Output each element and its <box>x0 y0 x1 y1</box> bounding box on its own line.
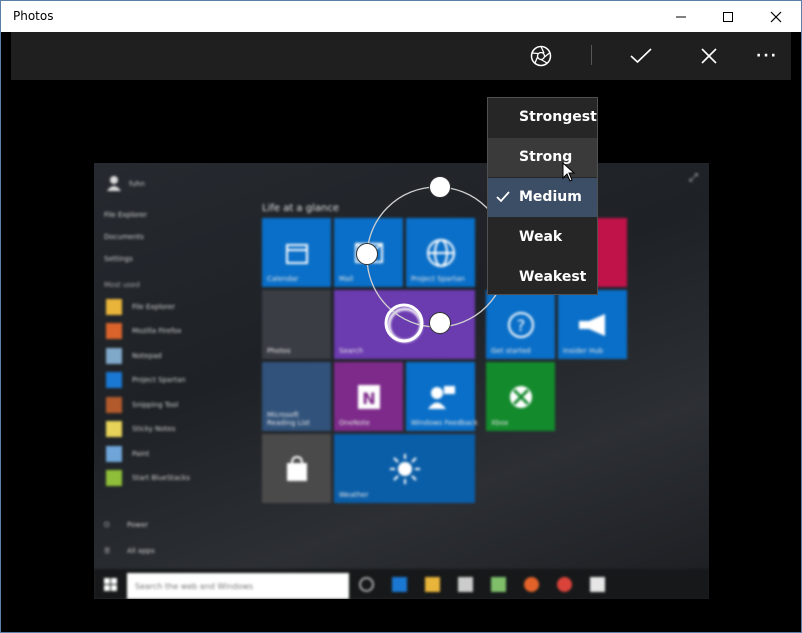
tiles-group-header: Life at a glance <box>262 203 339 214</box>
selective-focus-button[interactable] <box>519 32 563 80</box>
svg-text:?: ? <box>516 316 525 335</box>
globe-icon <box>426 238 455 267</box>
project-spartan-tile: Project Spartan <box>406 218 475 287</box>
minimize-icon <box>676 16 686 17</box>
app-list-item: Mozilla Firefox <box>132 327 182 335</box>
spartan-taskbar-icon <box>392 577 407 592</box>
store-tile <box>262 434 331 503</box>
weather-tile: Weather <box>334 434 475 503</box>
feedback-icon <box>427 385 455 409</box>
strength-option-weak[interactable]: Weak <box>488 218 597 257</box>
cortana-ring-icon <box>387 307 422 342</box>
xbox-tile: Xbox <box>486 362 555 431</box>
firefox-taskbar-icon <box>524 577 539 592</box>
calendar-icon <box>285 243 308 264</box>
close-icon <box>701 48 717 64</box>
maximize-button[interactable] <box>705 1 751 32</box>
most-used-header: Most used <box>104 281 140 289</box>
apply-button[interactable] <box>619 32 663 80</box>
app-list-item: Sticky Notes <box>132 425 176 433</box>
more-icon: ··· <box>756 48 778 64</box>
strength-option-weakest[interactable]: Weakest <box>488 258 597 297</box>
app-list-item: Notepad <box>132 352 162 360</box>
megaphone-icon <box>578 313 605 336</box>
minimize-button[interactable] <box>658 1 704 32</box>
focus-handle-top[interactable] <box>429 176 451 198</box>
checkmark-icon <box>496 191 510 203</box>
user-name: fuhn <box>129 180 145 188</box>
spartan-icon <box>106 372 122 388</box>
task-view-icon <box>359 577 374 592</box>
blur-strength-menu: Strongest Strong Medium Weak Weakest <box>487 97 598 295</box>
app-list-item: Snipping Tool <box>132 401 179 409</box>
strength-option-medium[interactable]: Medium <box>488 178 597 217</box>
app-list-item: Paint <box>132 450 150 458</box>
search-tile: Search <box>334 290 475 359</box>
svg-text:N: N <box>362 389 375 408</box>
strength-option-strong[interactable]: Strong <box>488 138 597 177</box>
start-link: Settings <box>104 255 133 263</box>
help-icon: ? <box>507 311 534 338</box>
close-icon <box>770 11 782 22</box>
store-taskbar-icon <box>458 577 473 592</box>
reading-list-tile: Microsoft Reading List <box>262 362 331 431</box>
app-list-item: Project Spartan <box>132 376 186 384</box>
chrome-taskbar-icon <box>557 577 572 592</box>
window-title: Photos <box>13 9 54 23</box>
more-options-button[interactable]: ··· <box>745 32 789 80</box>
taskbar-search-box: Search the web and Windows <box>127 573 349 599</box>
power-icon: ⏻ <box>104 521 110 529</box>
maximize-icon <box>723 11 733 22</box>
title-bar: Photos <box>1 1 801 32</box>
notepad-icon <box>106 348 122 364</box>
focus-handle-left[interactable] <box>356 243 378 265</box>
bluestacks-icon <box>106 470 122 486</box>
expand-icon: ⤢ <box>689 171 698 184</box>
checkmark-icon <box>630 48 652 64</box>
onenote-tile: N OneNote <box>334 362 403 431</box>
toolbar-separator <box>591 45 592 65</box>
cancel-button[interactable] <box>687 32 731 80</box>
blurred-photo-content: fuhn File Explorer Documents Settings Mo… <box>94 163 709 599</box>
snipping-tool-icon <box>106 397 122 413</box>
aperture-icon <box>530 45 552 67</box>
explorer-taskbar-icon <box>425 577 440 592</box>
power-label: Power <box>127 521 149 529</box>
photos-window: Photos ··· fuhn File Explorer Documents … <box>0 0 802 633</box>
all-apps-icon: ☰ <box>104 547 111 555</box>
sun-icon <box>389 453 420 484</box>
calendar-tile: Calendar <box>262 218 331 287</box>
store-icon <box>286 455 307 481</box>
xbox-icon <box>509 385 532 408</box>
start-link: File Explorer <box>104 211 148 219</box>
photos-tile: Photos <box>262 290 331 359</box>
close-window-button[interactable] <box>753 1 799 32</box>
all-apps-label: All apps <box>127 547 155 555</box>
app-list-item: File Explorer <box>132 303 176 311</box>
paint-icon <box>106 446 122 462</box>
windows-feedback-tile: Windows Feedback <box>406 362 478 431</box>
strength-option-strongest[interactable]: Strongest <box>488 98 597 137</box>
focus-handle-bottom[interactable] <box>429 312 451 334</box>
app-list-item: Start BlueStacks <box>132 474 190 482</box>
insider-hub-tile: Insider Hub <box>558 290 627 359</box>
onenote-icon: N <box>357 384 380 409</box>
firefox-icon <box>106 323 122 339</box>
file-explorer-icon <box>106 299 122 315</box>
sticky-notes-icon <box>106 421 122 437</box>
photo-canvas[interactable]: fuhn File Explorer Documents Settings Mo… <box>94 163 709 599</box>
photo-taskbar: Search the web and Windows <box>94 569 709 599</box>
mouse-cursor-icon <box>562 162 576 182</box>
user-avatar-icon <box>107 176 121 191</box>
paint-taskbar-icon <box>590 577 605 592</box>
start-link: Documents <box>104 233 144 241</box>
edit-command-bar: ··· <box>11 32 791 80</box>
bluestacks-taskbar-icon <box>491 577 506 592</box>
windows-logo-icon <box>104 578 117 591</box>
get-started-tile: ? Get started <box>486 290 555 359</box>
